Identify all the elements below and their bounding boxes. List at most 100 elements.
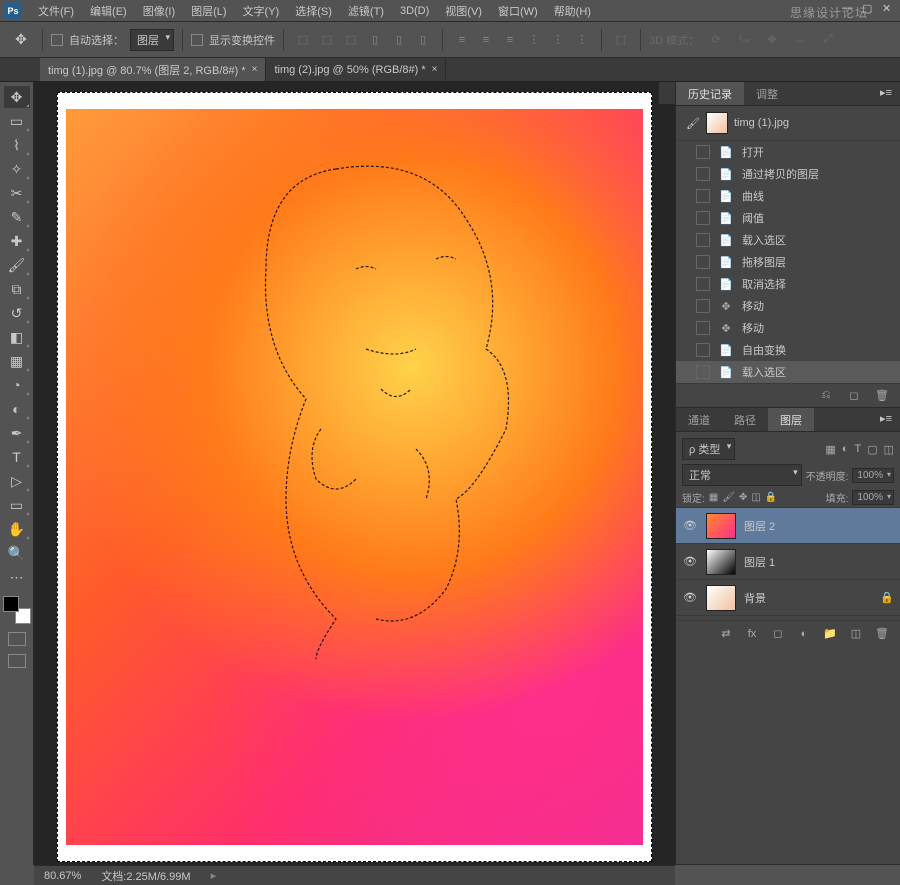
history-item[interactable]: ✥移动 [676,295,900,317]
history-item[interactable]: 📄拖移图层 [676,251,900,273]
scale-3d-icon[interactable]: ⤢ [817,29,839,51]
visibility-toggle-icon[interactable]: 👁 [682,591,698,604]
visibility-toggle-icon[interactable]: 👁 [682,555,698,568]
align-hcenter-icon[interactable]: ▯ [388,29,410,51]
roll-3d-icon[interactable]: ⤿ [733,29,755,51]
canvas-document[interactable] [57,92,652,862]
layer-mask-icon[interactable]: ◻ [770,626,786,642]
tab-paths[interactable]: 路径 [722,408,768,431]
distribute-top-icon[interactable]: ≡ [451,29,473,51]
tab-adjustments[interactable]: 调整 [744,82,790,105]
layer-thumbnail[interactable] [706,585,736,611]
opacity-input[interactable]: 100% [852,468,894,483]
screen-mode-toggle[interactable] [8,654,26,668]
tab-close-icon[interactable]: × [432,64,438,75]
eraser-tool[interactable]: ◧ [4,326,30,348]
pen-tool[interactable]: ✒ [4,422,30,444]
delete-layer-icon[interactable]: 🗑 [874,626,890,642]
pan-3d-icon[interactable]: ✥ [761,29,783,51]
menu-image[interactable]: 图像(I) [135,1,183,21]
magic-wand-tool[interactable]: ✧ [4,158,30,180]
filter-shape-icon[interactable]: ▢ [867,443,877,456]
history-item[interactable]: 📄自由变换 [676,339,900,361]
menu-select[interactable]: 选择(S) [287,1,340,21]
tab-close-icon[interactable]: × [252,64,258,75]
canvas-area[interactable] [34,82,675,865]
foreground-color-swatch[interactable] [3,596,19,612]
move-tool[interactable]: ✥ [4,86,30,108]
create-snapshot-icon[interactable]: ◻ [846,388,862,404]
new-layer-icon[interactable]: ◫ [848,626,864,642]
distribute-left-icon[interactable]: ⋮ [523,29,545,51]
history-item[interactable]: 📄取消选择 [676,273,900,295]
window-close-icon[interactable]: ✕ [882,2,896,16]
align-left-icon[interactable]: ▯ [364,29,386,51]
history-item[interactable]: ✥移动 [676,317,900,339]
history-item[interactable]: 📄载入选区 [676,229,900,251]
fill-input[interactable]: 100% [852,490,894,505]
history-item[interactable]: 📄打开 [676,141,900,163]
orbit-3d-icon[interactable]: ⟳ [705,29,727,51]
align-right-icon[interactable]: ▯ [412,29,434,51]
history-brush-target[interactable] [696,211,710,225]
tab-channels[interactable]: 通道 [676,408,722,431]
layer-thumbnail[interactable] [706,549,736,575]
lock-all-icon[interactable]: 🔒 [765,492,777,503]
distribute-bottom-icon[interactable]: ≡ [499,29,521,51]
path-select-tool[interactable]: ▷ [4,470,30,492]
history-brush-target[interactable] [696,299,710,313]
history-brush-tool[interactable]: ↺ [4,302,30,324]
layer-item[interactable]: 👁 图层 1 [676,544,900,580]
history-brush-target[interactable] [696,365,710,379]
filter-adjust-icon[interactable]: ◐ [842,443,849,456]
history-item[interactable]: 📄阈值 [676,207,900,229]
layer-style-icon[interactable]: fx [744,626,760,642]
layer-item[interactable]: 👁图层 2 [676,508,900,544]
filter-smart-icon[interactable]: ◫ [884,443,894,456]
eyedropper-tool[interactable]: ✎ [4,206,30,228]
history-item[interactable]: 📄曲线 [676,185,900,207]
distribute-right-icon[interactable]: ⋮ [571,29,593,51]
distribute-hcenter-icon[interactable]: ⋮ [547,29,569,51]
status-menu-icon[interactable]: ▸ [211,869,217,882]
marquee-tool[interactable]: ▭ [4,110,30,132]
history-brush-target[interactable] [696,145,710,159]
distribute-vcenter-icon[interactable]: ≡ [475,29,497,51]
history-brush-target[interactable] [696,189,710,203]
brush-tool[interactable]: 🖌 [4,254,30,276]
history-snapshot[interactable]: 🖌 timg (1).jpg [676,106,900,141]
blur-tool[interactable]: ◔ [4,374,30,396]
lock-position-icon[interactable]: ✥ [739,492,747,503]
history-brush-target[interactable] [696,277,710,291]
document-tab-other[interactable]: timg (2).jpg @ 50% (RGB/8#) * × [266,58,446,81]
clone-stamp-tool[interactable]: ⧉ [4,278,30,300]
show-transform-checkbox[interactable] [191,34,203,46]
tab-layers[interactable]: 图层 [768,408,814,431]
menu-window[interactable]: 窗口(W) [490,1,546,21]
align-bottom-icon[interactable]: ⬚ [340,29,362,51]
menu-file[interactable]: 文件(F) [30,1,82,21]
menu-type[interactable]: 文字(Y) [235,1,288,21]
panel-menu-icon[interactable]: ▸≡ [872,82,900,105]
window-minimize-icon[interactable]: — [842,2,856,16]
tab-history[interactable]: 历史记录 [676,82,744,105]
delete-state-icon[interactable]: 🗑 [874,388,890,404]
shape-tool[interactable]: ▭ [4,494,30,516]
hand-tool[interactable]: ✋ [4,518,30,540]
quick-mask-toggle[interactable] [8,632,26,646]
menu-3d[interactable]: 3D(D) [392,3,437,19]
visibility-toggle-icon[interactable]: 👁 [682,519,698,532]
adjustment-layer-icon[interactable]: ◐ [796,626,812,642]
healing-brush-tool[interactable]: ✚ [4,230,30,252]
panel-menu-icon[interactable]: ▸≡ [872,408,900,431]
history-brush-target[interactable] [696,167,710,181]
color-swatches[interactable] [3,596,31,624]
lock-image-icon[interactable]: 🖌 [722,492,735,503]
history-brush-target[interactable] [696,233,710,247]
layer-name[interactable]: 图层 1 [744,554,775,570]
move-tool-icon[interactable]: ✥ [8,27,34,53]
layer-thumbnail[interactable] [706,513,736,539]
history-brush-target[interactable] [696,343,710,357]
zoom-tool[interactable]: 🔍 [4,542,30,564]
auto-select-checkbox[interactable] [51,34,63,46]
